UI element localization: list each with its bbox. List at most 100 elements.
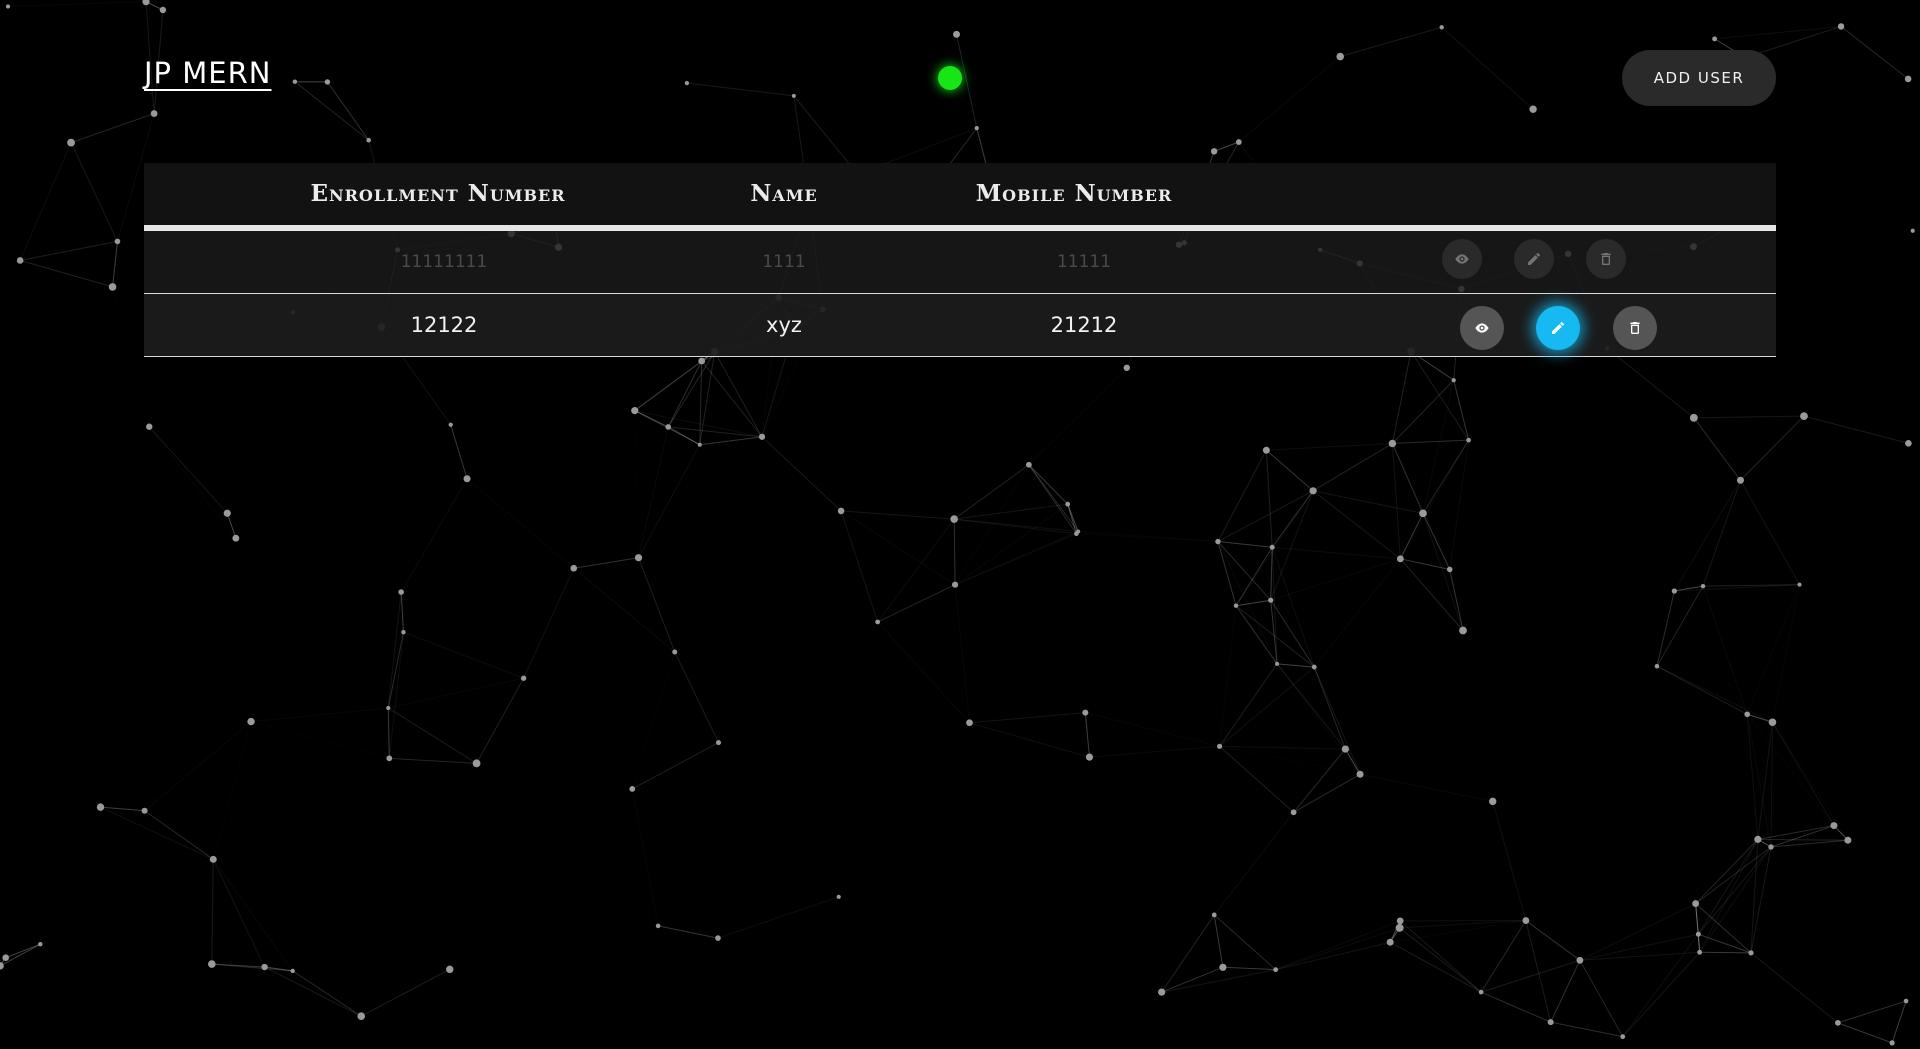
edit-button[interactable]: [1536, 306, 1580, 350]
network-line: [1480, 991, 1551, 1023]
network-line: [1579, 903, 1696, 961]
network-line: [1235, 599, 1271, 607]
network-line: [1622, 951, 1700, 1038]
network-line: [112, 241, 118, 287]
network-line: [476, 677, 525, 764]
network-line: [1276, 663, 1346, 750]
network-node: [698, 357, 706, 365]
network-line: [400, 478, 468, 593]
network-line: [1161, 966, 1224, 993]
network-line: [1449, 569, 1464, 631]
network-line: [144, 810, 214, 860]
network-line: [1750, 952, 1839, 1024]
network-node: [697, 442, 702, 447]
network-line: [1550, 1021, 1623, 1038]
network-line: [877, 584, 956, 623]
network-line: [1837, 1022, 1893, 1044]
network-node: [966, 719, 973, 727]
network-node: [2, 954, 10, 962]
network-line: [638, 444, 701, 558]
network-node: [1219, 963, 1227, 971]
network-line: [841, 510, 955, 520]
network-line: [1757, 722, 1773, 840]
network-node: [1311, 664, 1317, 670]
network-node: [159, 6, 167, 14]
view-button[interactable]: [1442, 239, 1482, 279]
network-node: [0, 962, 4, 970]
table-header: Enrollment Number Name Mobile Number: [144, 163, 1776, 231]
network-line: [8, 2, 146, 7]
network-node: [141, 807, 148, 814]
network-node: [1830, 822, 1838, 830]
network-line: [1699, 951, 1752, 954]
table-row: 12122 xyz 21212: [144, 294, 1776, 357]
network-line: [1441, 26, 1534, 110]
add-user-button[interactable]: ADD USER: [1622, 50, 1776, 106]
network-line: [1344, 748, 1361, 775]
view-button[interactable]: [1460, 306, 1504, 350]
trash-icon: [1630, 322, 1640, 334]
network-line: [969, 712, 1086, 724]
network-line: [1390, 921, 1526, 943]
network-node: [1446, 566, 1453, 573]
network-line: [1453, 380, 1470, 441]
network-node: [1076, 529, 1081, 534]
network-node: [1889, 1040, 1895, 1046]
network-node: [247, 717, 255, 726]
network-node: [875, 619, 881, 625]
trash-icon: [1601, 253, 1611, 265]
network-node: [1158, 988, 1166, 996]
delete-button[interactable]: [1586, 239, 1626, 279]
network-line: [523, 568, 575, 679]
network-line: [1067, 504, 1079, 532]
table-row: 11111111 1111 11111: [144, 231, 1776, 294]
network-node: [1439, 25, 1444, 30]
network-node: [1736, 476, 1744, 484]
network-line: [400, 592, 404, 633]
edit-button[interactable]: [1514, 239, 1554, 279]
delete-button[interactable]: [1613, 306, 1657, 350]
network-node: [631, 407, 639, 415]
network-node: [1903, 998, 1909, 1004]
row-actions: [1460, 294, 1700, 356]
network-node: [1451, 378, 1456, 383]
network-node: [1797, 582, 1802, 587]
network-line: [19, 142, 72, 261]
network-node: [108, 283, 117, 291]
network-line: [1391, 351, 1412, 444]
network-node: [1620, 1034, 1626, 1040]
network-line: [327, 81, 370, 141]
network-node: [1695, 931, 1701, 937]
network-line: [1265, 450, 1273, 548]
brand-logo[interactable]: JP MERN: [144, 56, 271, 90]
network-line: [213, 722, 251, 860]
network-node: [290, 968, 295, 974]
network-line: [1400, 440, 1468, 559]
network-line: [1697, 839, 1759, 935]
network-line: [1695, 903, 1701, 953]
network-node: [791, 93, 796, 98]
network-node: [951, 581, 959, 588]
network-node: [1065, 501, 1071, 507]
network-node: [223, 509, 231, 517]
cell-mobile: 11111: [1056, 252, 1112, 272]
network-node: [207, 960, 216, 968]
network-node: [446, 965, 454, 974]
network-node: [357, 1012, 366, 1021]
network-line: [1656, 590, 1675, 667]
network-line: [1272, 546, 1401, 560]
network-node: [5, 4, 11, 9]
network-node: [1388, 439, 1397, 448]
network-line: [1746, 714, 1759, 840]
network-line: [841, 511, 955, 585]
network-node: [1025, 461, 1032, 468]
cell-enrollment: 11111111: [400, 252, 488, 272]
network-line: [1740, 480, 1800, 585]
network-line: [634, 360, 702, 412]
network-node: [1085, 753, 1094, 761]
network-node: [401, 629, 406, 635]
network-node: [472, 759, 481, 768]
network-line: [686, 82, 794, 97]
network-line: [634, 410, 669, 428]
network-node: [1529, 105, 1537, 113]
